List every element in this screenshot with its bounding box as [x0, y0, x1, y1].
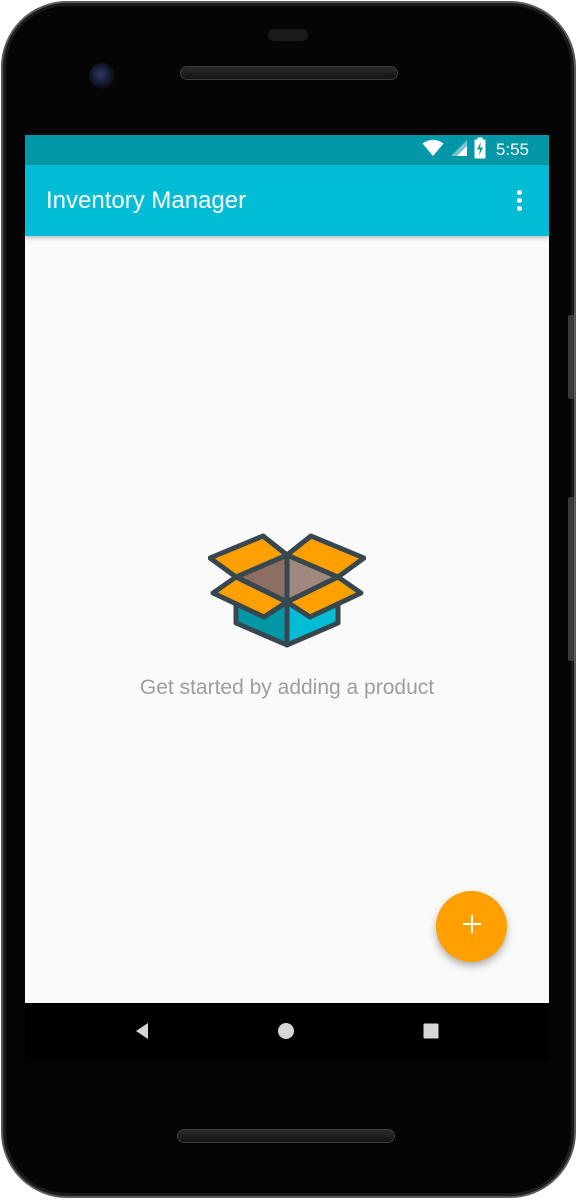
more-vert-icon: [516, 189, 522, 195]
cell-signal-icon: [450, 139, 468, 162]
app-bar: Inventory Manager: [25, 165, 549, 236]
battery-charging-icon: [474, 137, 486, 164]
add-product-button[interactable]: [436, 891, 507, 962]
bottom-speaker-grille: [177, 1129, 395, 1143]
app-screen: 5:55 Inventory Manager Get started by ad…: [25, 135, 549, 1003]
empty-state-message: Get started by adding a product: [139, 676, 435, 699]
status-icons: 5:55: [422, 135, 529, 165]
front-camera: [89, 63, 115, 89]
earpiece: [268, 29, 308, 41]
back-triangle-icon: [134, 1022, 150, 1045]
recents-square-icon: [423, 1023, 439, 1044]
open-box-icon: [207, 533, 367, 649]
recents-button[interactable]: [413, 1015, 449, 1051]
more-vert-icon-dot: [516, 197, 522, 203]
app-title: Inventory Manager: [46, 187, 247, 214]
power-button: [568, 315, 574, 399]
wifi-icon: [422, 139, 444, 162]
home-button[interactable]: [268, 1015, 304, 1051]
system-navigation-bar: [25, 1003, 549, 1063]
home-circle-icon: [277, 1022, 295, 1045]
more-options-button[interactable]: [503, 182, 535, 218]
status-time: 5:55: [495, 140, 529, 159]
status-bar: 5:55: [25, 135, 549, 165]
more-vert-icon-dot: [516, 205, 522, 211]
add-icon: [462, 914, 482, 939]
volume-button: [568, 497, 574, 661]
top-speaker-grille: [180, 66, 398, 80]
back-button[interactable]: [124, 1015, 160, 1051]
